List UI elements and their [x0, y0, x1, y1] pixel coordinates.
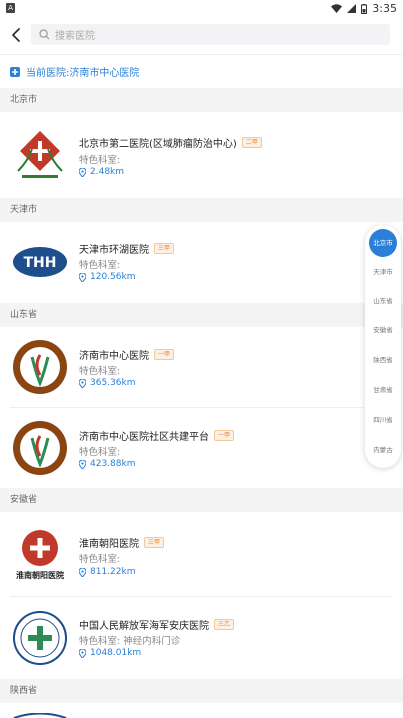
hospital-logo: [13, 713, 67, 718]
province-index-item-active[interactable]: 北京市: [369, 229, 397, 257]
hospital-name-row: 天津市环湖医院 三甲: [79, 241, 175, 256]
hospital-name-row: 中国人民解放军海军安庆医院 三乙: [79, 617, 235, 632]
distance-text: 811.22km: [90, 567, 136, 577]
hospital-distance: 365.36km: [79, 378, 135, 388]
hospital-distance: 1048.01km: [79, 648, 141, 658]
current-hospital[interactable]: 当前医院:济南市中心医院: [0, 55, 403, 88]
grade-badge: 三乙: [214, 619, 235, 630]
hospital-name: 淮南朝阳医院: [79, 539, 139, 550]
hospital-item[interactable]: THH 天津市环湖医院 三甲 特色科室: 120.56km: [0, 222, 403, 303]
province-index-item[interactable]: 内蒙古: [365, 439, 401, 461]
grade-badge: 二甲: [241, 137, 262, 148]
hospital-name-row: 济南市中心医院社区共建平台 一甲: [79, 428, 235, 443]
battery-icon: [361, 3, 368, 14]
hospital-logo: [13, 421, 67, 475]
clock: 3:35: [372, 2, 397, 15]
distance-text: 2.48km: [90, 167, 125, 177]
hospital-name-row: 淮南朝阳医院 三甲: [79, 535, 165, 550]
wifi-icon: [331, 4, 343, 13]
notification-a-icon: A: [6, 3, 15, 13]
logo-text: 淮南朝阳医院: [16, 570, 64, 580]
hospital-dept: 特色科室:: [79, 260, 121, 271]
section-header: 天津市: [0, 198, 403, 222]
grade-badge: 一甲: [154, 349, 175, 360]
hospital-item[interactable]: 济南市中心医院社区共建平台 一甲 特色科室: 423.88km: [0, 408, 403, 488]
hospital-item[interactable]: 中国人民解放军海军安庆医院 三乙 特色科室: 神经内科门诊 1048.01km: [0, 597, 403, 679]
province-index-item[interactable]: 甘肃省: [365, 379, 401, 401]
hospital-item[interactable]: 北京市第二医院(区域肺瘤防治中心) 二甲 特色科室: 2.48km: [0, 112, 403, 198]
province-index-item[interactable]: 陕西省: [365, 349, 401, 371]
province-index-item[interactable]: 安徽省: [365, 319, 401, 341]
grade-badge: 三甲: [154, 243, 175, 254]
hospital-dept: 特色科室:: [79, 554, 121, 565]
grade-badge: 三甲: [144, 537, 165, 548]
location-pin-icon: [79, 167, 86, 177]
province-index-item[interactable]: 四川省: [365, 409, 401, 431]
location-pin-icon: [79, 272, 86, 282]
location-pin-icon: [79, 567, 86, 577]
location-pin-icon: [79, 648, 86, 658]
hospital-name: 天津市环湖医院: [79, 245, 149, 256]
distance-text: 365.36km: [90, 378, 136, 388]
hospital-distance: 2.48km: [79, 167, 124, 177]
province-index-item[interactable]: 天津市: [365, 261, 401, 283]
hospital-logo: 淮南朝阳医院: [16, 530, 64, 580]
hospital-name: 中国人民解放军海军安庆医院: [79, 621, 209, 632]
hospital-dept: 特色科室:: [79, 366, 121, 377]
hospital-logo: [13, 340, 67, 394]
search-bar: 搜索医院: [0, 18, 403, 54]
search-placeholder: 搜索医院: [55, 31, 95, 42]
search-icon: [39, 29, 50, 40]
status-icons: 3:35: [331, 2, 397, 15]
province-index-item[interactable]: 山东省: [365, 290, 401, 312]
hospital-item[interactable]: [0, 703, 403, 718]
grade-badge: 一甲: [214, 430, 235, 441]
section-header: 安徽省: [0, 488, 403, 512]
hospital-name: 济南市中心医院: [79, 351, 149, 362]
hospital-distance: 811.22km: [79, 567, 135, 577]
distance-text: 423.88km: [90, 459, 136, 469]
hospital-logo: THH: [13, 247, 67, 277]
signal-icon: [347, 4, 357, 13]
location-pin-icon: [79, 459, 86, 469]
hospital-name: 济南市中心医院社区共建平台: [79, 432, 209, 443]
logo-text: THH: [24, 255, 57, 271]
distance-text: 120.56km: [90, 272, 136, 282]
province-index: 北京市 天津市 山东省 安徽省 陕西省 甘肃省 四川省 内蒙古: [365, 225, 401, 468]
hospital-dept: 特色科室: 神经内科门诊: [79, 636, 181, 647]
hospital-logo: [17, 131, 63, 178]
hospital-dept: 特色科室:: [79, 447, 121, 458]
hospital-logo: [13, 611, 67, 665]
hospital-distance: 423.88km: [79, 459, 135, 469]
hospital-item[interactable]: 淮南朝阳医院 淮南朝阳医院 三甲 特色科室: 811.22km: [0, 512, 403, 596]
hospital-dept: 特色科室:: [79, 155, 121, 166]
hospital-name-row: 济南市中心医院 一甲: [79, 347, 175, 362]
section-header: 山东省: [0, 303, 403, 327]
back-arrow-icon[interactable]: [6, 24, 28, 46]
hospital-item[interactable]: 济南市中心医院 一甲 特色科室: 365.36km: [0, 327, 403, 407]
hospital-name-row: 北京市第二医院(区域肺瘤防治中心) 二甲: [79, 135, 262, 150]
distance-text: 1048.01km: [90, 648, 142, 658]
hospital-cross-icon: [10, 66, 20, 77]
status-bar: A 3:35: [0, 0, 403, 18]
hospital-distance: 120.56km: [79, 272, 135, 282]
search-input[interactable]: 搜索医院: [31, 24, 390, 45]
current-hospital-label: 当前医院:济南市中心医院: [26, 68, 140, 79]
hospital-name: 北京市第二医院(区域肺瘤防治中心): [79, 139, 237, 150]
location-pin-icon: [79, 378, 86, 388]
section-header: 北京市: [0, 88, 403, 112]
section-header: 陕西省: [0, 679, 403, 703]
